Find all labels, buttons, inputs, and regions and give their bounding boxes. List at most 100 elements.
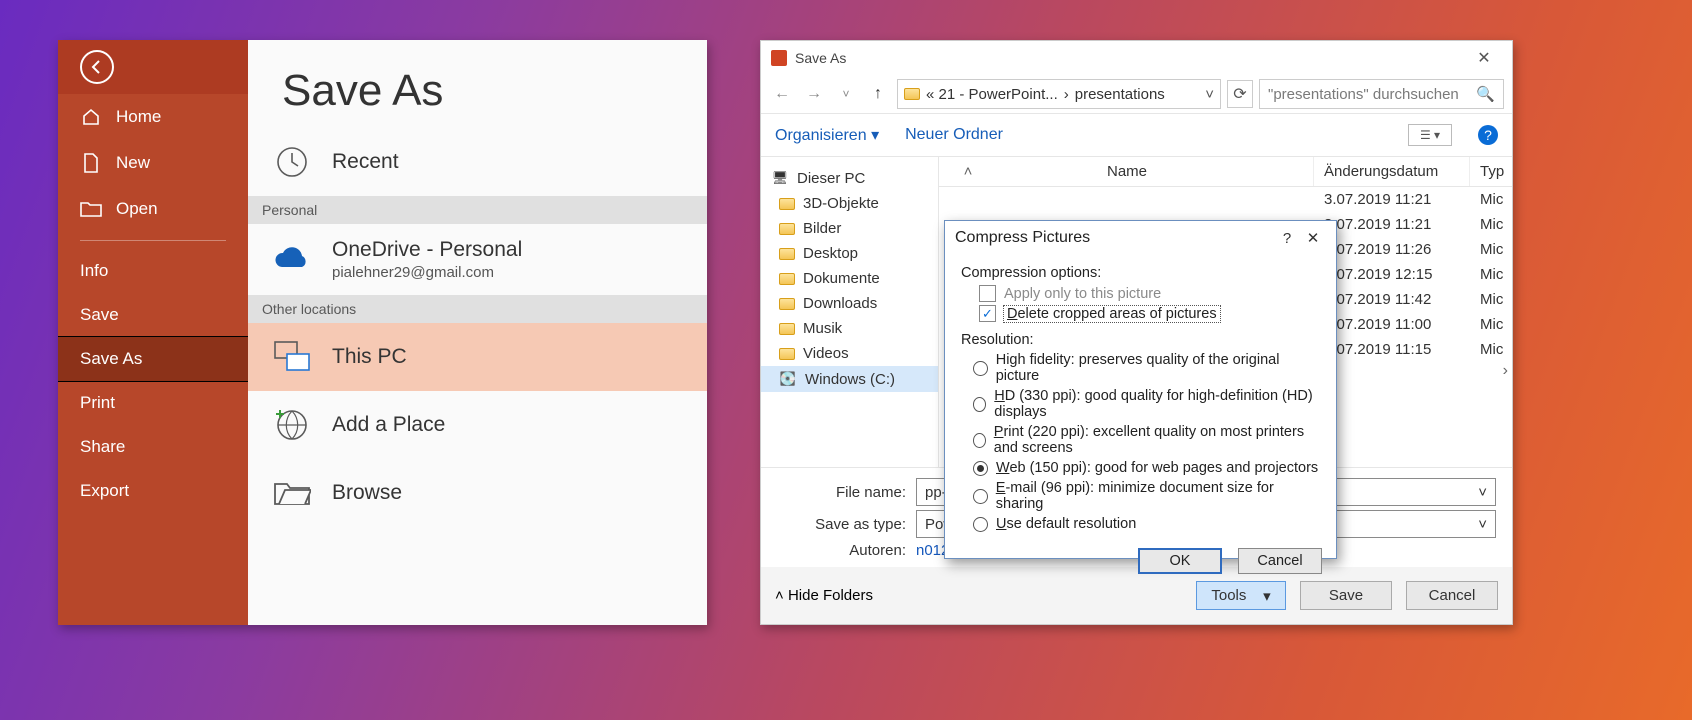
tree-item[interactable]: Desktop: [761, 241, 938, 266]
close-icon[interactable]: ✕: [1464, 48, 1504, 68]
tree-item[interactable]: Bilder: [761, 216, 938, 241]
tree-item[interactable]: 💽Windows (C:): [761, 366, 938, 392]
checkbox-delete-cropped[interactable]: ✓ Delete cropped areas of pictures: [979, 305, 1320, 322]
search-input[interactable]: "presentations" durchsuchen 🔍: [1259, 79, 1504, 109]
search-icon: 🔍: [1476, 85, 1495, 103]
radio-resolution[interactable]: Use default resolution: [973, 516, 1320, 532]
breadcrumb-segment[interactable]: presentations: [1075, 86, 1165, 103]
folder-icon: [779, 223, 795, 235]
sidebar-item-info[interactable]: Info: [58, 249, 248, 293]
radio-icon: [973, 489, 988, 504]
radio-resolution[interactable]: E-mail (96 ppi): minimize document size …: [973, 480, 1320, 512]
radio-resolution[interactable]: Web (150 ppi): good for web pages and pr…: [973, 460, 1320, 476]
sidebar-item-share[interactable]: Share: [58, 425, 248, 469]
chevron-down-icon[interactable]: ˅: [1205, 86, 1214, 103]
tree-item[interactable]: Dokumente: [761, 266, 938, 291]
ok-button[interactable]: OK: [1138, 548, 1222, 574]
sidebar-label: New: [116, 153, 150, 173]
tree-root[interactable]: 🖥Dieser PC: [761, 165, 938, 191]
col-type[interactable]: Typ: [1470, 157, 1512, 186]
sidebar-label: Info: [80, 261, 108, 281]
folder-icon: [779, 248, 795, 260]
radio-icon: [973, 397, 986, 412]
close-icon[interactable]: ✕: [1300, 229, 1326, 247]
checkbox-apply-only[interactable]: Apply only to this picture: [979, 285, 1320, 302]
newfolder-button[interactable]: Neuer Ordner: [905, 126, 1003, 144]
hide-folders-toggle[interactable]: ˄ Hide Folders: [775, 587, 873, 604]
sidebar-item-home[interactable]: Home: [58, 94, 248, 140]
help-icon[interactable]: ?: [1478, 125, 1498, 145]
filename-label: File name:: [761, 484, 906, 501]
nav-forward-icon[interactable]: →: [801, 81, 827, 107]
sidebar-label: Save As: [80, 349, 142, 369]
sidebar-item-saveas[interactable]: Save As: [58, 337, 248, 381]
col-date[interactable]: Änderungsdatum: [1314, 157, 1470, 186]
location-addplace[interactable]: Add a Place: [248, 391, 707, 459]
sort-up-icon[interactable]: ˄: [949, 163, 987, 180]
filename-dropdown[interactable]: ˅: [1336, 478, 1496, 506]
sidebar-item-save[interactable]: Save: [58, 293, 248, 337]
file-header: ˄Name Änderungsdatum Typ: [939, 157, 1512, 187]
radio-icon: [973, 433, 986, 448]
folder-icon: [779, 298, 795, 310]
modal-body: Compression options: Apply only to this …: [945, 255, 1336, 540]
section-resolution: Resolution:: [961, 332, 1320, 348]
sidebar-item-open[interactable]: Open: [58, 186, 248, 232]
radio-resolution[interactable]: Print (220 ppi): excellent quality on mo…: [973, 424, 1320, 456]
tree-item[interactable]: Videos: [761, 341, 938, 366]
location-recent[interactable]: Recent: [248, 128, 707, 196]
radio-resolution[interactable]: HD (330 ppi): good quality for high-defi…: [973, 388, 1320, 420]
savetype-label: Save as type:: [761, 516, 906, 533]
location-label: OneDrive - Personal pialehner29@gmail.co…: [332, 238, 522, 281]
address-bar[interactable]: « 21 - PowerPoint... › presentations ˅: [897, 79, 1221, 109]
tree-item[interactable]: Musik: [761, 316, 938, 341]
compress-pictures-modal: Compress Pictures ? ✕ Compression option…: [944, 220, 1337, 559]
col-name[interactable]: ˄Name: [939, 157, 1314, 186]
location-browse[interactable]: Browse: [248, 459, 707, 527]
location-label: This PC: [332, 345, 407, 369]
modal-cancel-button[interactable]: Cancel: [1238, 548, 1322, 574]
clock-icon: [272, 142, 312, 182]
dialog-navbar: ← → ˅ ↑ « 21 - PowerPoint... › presentat…: [761, 75, 1512, 114]
pc-icon: 🖥: [771, 169, 789, 187]
modal-titlebar: Compress Pictures ? ✕: [945, 221, 1336, 255]
location-thispc[interactable]: This PC: [248, 323, 707, 391]
table-row[interactable]: 3.07.2019 11:21Mic: [939, 187, 1512, 212]
nav-back-icon[interactable]: ←: [769, 81, 795, 107]
nav-up-icon[interactable]: ↑: [865, 81, 891, 107]
chevron-down-icon: ˅: [1478, 484, 1487, 501]
organize-button[interactable]: Organisieren ▾: [775, 125, 879, 145]
breadcrumb-sep: ›: [1064, 86, 1069, 103]
powerpoint-app-icon: [771, 50, 787, 66]
radio-icon: [973, 517, 988, 532]
tree-item[interactable]: 3D-Objekte: [761, 191, 938, 216]
home-icon: [80, 106, 102, 128]
view-button[interactable]: ☰ ▾: [1408, 124, 1452, 146]
powerpoint-backstage: Home New Open Info Save Save As Print Sh…: [58, 40, 707, 625]
page-title: Save As: [248, 40, 707, 128]
modal-footer: OK Cancel: [945, 540, 1336, 588]
radio-icon: [973, 361, 988, 376]
cancel-button[interactable]: Cancel: [1406, 581, 1498, 610]
addplace-icon: [272, 405, 312, 445]
radio-resolution[interactable]: High fidelity: preserves quality of the …: [973, 352, 1320, 384]
help-icon[interactable]: ?: [1274, 230, 1300, 247]
sidebar-label: Share: [80, 437, 125, 457]
dialog-title: Save As: [795, 50, 846, 66]
back-button[interactable]: [58, 40, 248, 94]
location-onedrive[interactable]: OneDrive - Personal pialehner29@gmail.co…: [248, 224, 707, 295]
cloud-icon: [272, 240, 312, 280]
folder-icon: [904, 88, 920, 100]
sidebar-item-export[interactable]: Export: [58, 469, 248, 513]
section-personal: Personal: [248, 196, 707, 224]
breadcrumb-segment[interactable]: « 21 - PowerPoint...: [926, 86, 1058, 103]
tree-item[interactable]: Downloads: [761, 291, 938, 316]
chevron-down-icon: ▾: [871, 127, 879, 144]
location-label: Add a Place: [332, 413, 445, 437]
refresh-icon[interactable]: ⟳: [1227, 80, 1253, 108]
sidebar-item-print[interactable]: Print: [58, 381, 248, 425]
sidebar-label: Save: [80, 305, 119, 325]
nav-history-icon[interactable]: ˅: [833, 81, 859, 107]
sidebar-item-new[interactable]: New: [58, 140, 248, 186]
onedrive-email: pialehner29@gmail.com: [332, 264, 522, 281]
